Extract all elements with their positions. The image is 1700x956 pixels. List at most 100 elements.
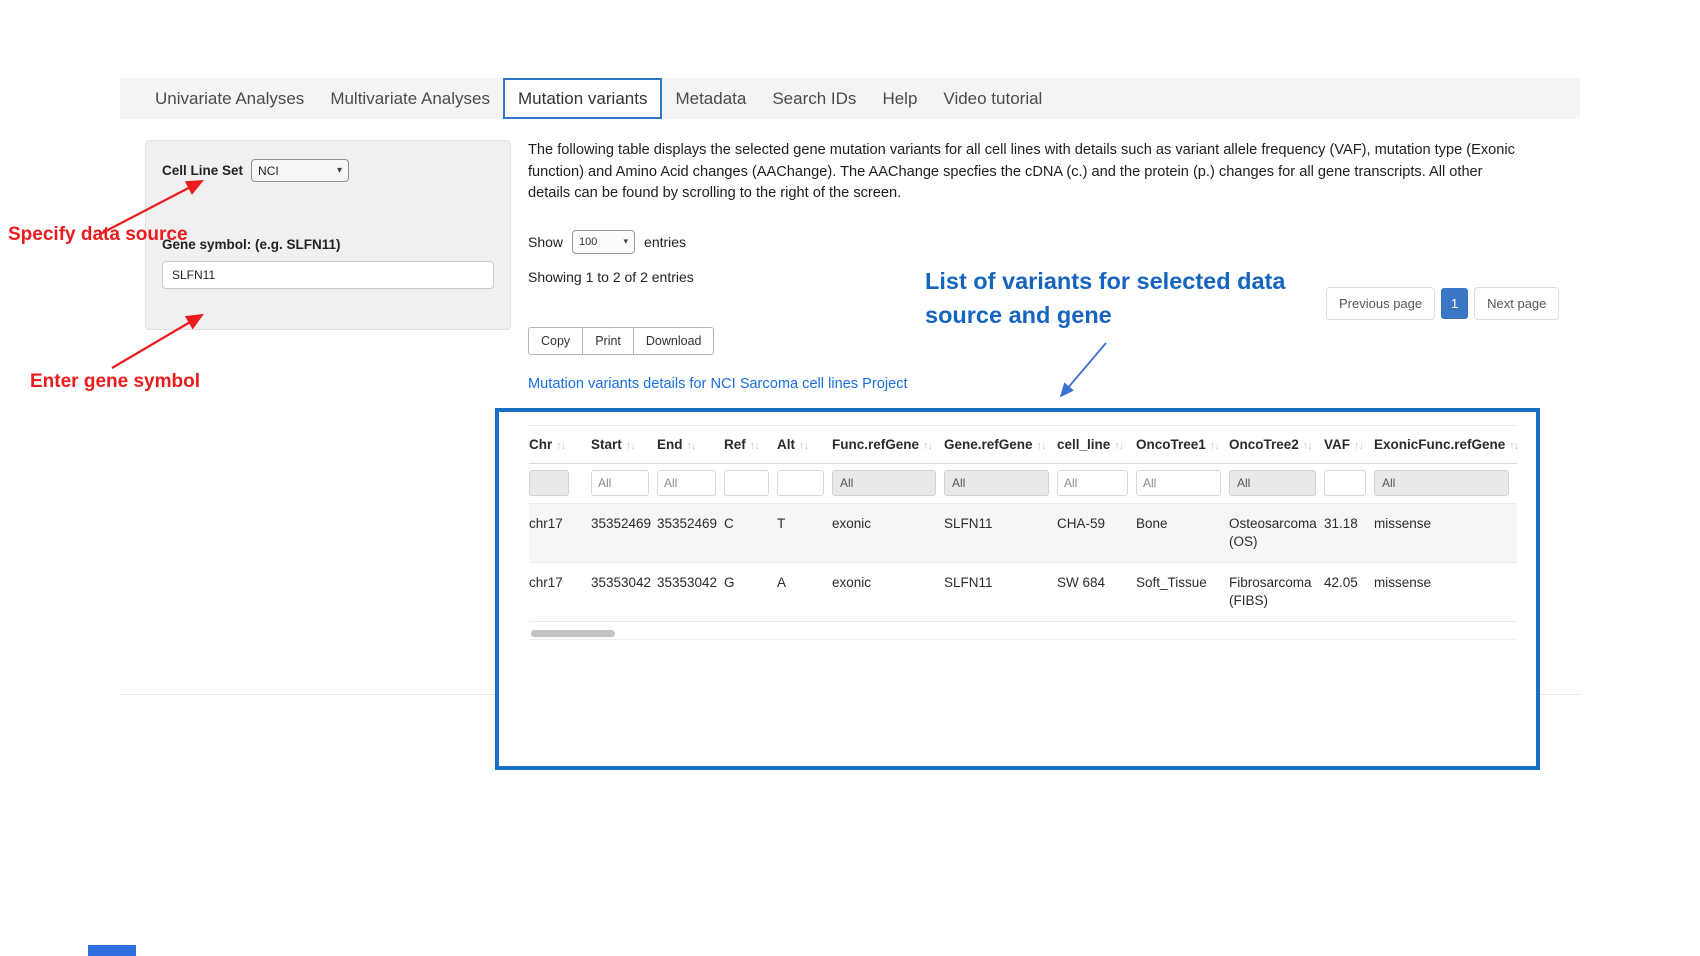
show-label: Show <box>528 234 563 250</box>
app-page: Univariate Analyses Multivariate Analyse… <box>0 0 1700 956</box>
cell-end: 35353042 <box>657 563 724 622</box>
gene-symbol-label: Gene symbol: (e.g. SLFN11) <box>162 237 494 252</box>
horizontal-scrollbar-thumb[interactable] <box>531 630 615 637</box>
column-label: Gene.refGene <box>944 437 1033 452</box>
page-length-control: Show 100 ▾ entries <box>528 230 1523 254</box>
tab-video-tutorial[interactable]: Video tutorial <box>930 78 1055 119</box>
cell-gene-refgene: SLFN11 <box>944 504 1057 563</box>
cell-ref: G <box>724 563 777 622</box>
column-header-oncotree2[interactable]: OncoTree2 ↑↓ <box>1229 426 1324 464</box>
cell-line-set-select[interactable]: NCI ▾ <box>251 159 349 182</box>
page-length-value: 100 <box>579 236 597 248</box>
cell-chr: chr17 <box>529 563 591 622</box>
annotation-specify-data-source: Specify data source <box>8 224 188 246</box>
variants-table: Chr↑↓ Start↑↓ End↑↓ Ref↑↓ Alt↑↓ Func.ref… <box>529 425 1517 622</box>
next-page-button[interactable]: Next page <box>1474 287 1559 320</box>
column-header-chr[interactable]: Chr ↑↓ <box>529 426 591 464</box>
cell-start: 35352469 <box>591 504 657 563</box>
filter-chr[interactable] <box>529 470 569 496</box>
column-header-start[interactable]: Start ↑↓ <box>591 426 657 464</box>
current-page-button[interactable]: 1 <box>1441 288 1468 319</box>
column-header-exonicfunc-refgene[interactable]: ExonicFunc.refGene ↑↓ <box>1374 426 1517 464</box>
column-header-ref[interactable]: Ref↑↓ <box>724 426 777 464</box>
tab-multivariate-analyses[interactable]: Multivariate Analyses <box>317 78 503 119</box>
cell-vaf: 42.05 <box>1324 563 1374 622</box>
column-header-cell-line[interactable]: cell_line↑↓ <box>1057 426 1136 464</box>
print-button[interactable]: Print <box>582 327 634 355</box>
column-label: Func.refGene <box>832 437 919 452</box>
column-header-func-refgene[interactable]: Func.refGene ↑↓ <box>832 426 944 464</box>
column-label: Chr <box>529 437 552 452</box>
filter-ref[interactable] <box>724 470 769 496</box>
tab-mutation-variants[interactable]: Mutation variants <box>503 78 662 119</box>
sort-icon: ↑↓ <box>556 440 565 452</box>
previous-page-button[interactable]: Previous page <box>1326 287 1435 320</box>
cell-oncotree2: Osteosarcoma (OS) <box>1229 504 1324 563</box>
column-label: ExonicFunc.refGene <box>1374 437 1505 452</box>
sort-icon: ↑↓ <box>750 440 759 452</box>
cell-cell-line: SW 684 <box>1057 563 1136 622</box>
column-label: Start <box>591 437 622 452</box>
table-caption-link[interactable]: Mutation variants details for NCI Sarcom… <box>528 376 1523 392</box>
sort-icon: ↑↓ <box>1210 440 1219 452</box>
column-header-oncotree1[interactable]: OncoTree1 ↑↓ <box>1136 426 1229 464</box>
filter-start[interactable] <box>591 470 649 496</box>
cell-start: 35353042 <box>591 563 657 622</box>
column-label: OncoTree2 <box>1229 437 1299 452</box>
column-header-alt[interactable]: Alt ↑↓ <box>777 426 832 464</box>
column-label: cell_line <box>1057 437 1110 452</box>
filter-oncotree1[interactable] <box>1136 470 1221 496</box>
chevron-down-icon: ▾ <box>337 165 342 176</box>
cell-chr: chr17 <box>529 504 591 563</box>
cell-end: 35352469 <box>657 504 724 563</box>
column-header-end[interactable]: End↑↓ <box>657 426 724 464</box>
page-length-select[interactable]: 100 ▾ <box>572 230 635 254</box>
sort-icon: ↑↓ <box>923 440 932 452</box>
cell-oncotree1: Soft_Tissue <box>1136 563 1229 622</box>
filter-alt[interactable] <box>777 470 824 496</box>
cell-vaf: 31.18 <box>1324 504 1374 563</box>
column-label: OncoTree1 <box>1136 437 1206 452</box>
download-button[interactable]: Download <box>633 327 715 355</box>
header-row: Chr↑↓ Start↑↓ End↑↓ Ref↑↓ Alt↑↓ Func.ref… <box>529 426 1517 464</box>
tab-help[interactable]: Help <box>869 78 930 119</box>
column-header-vaf[interactable]: VAF↑↓ <box>1324 426 1374 464</box>
filter-func-refgene[interactable]: All <box>832 470 936 496</box>
sort-icon: ↑↓ <box>1509 440 1518 452</box>
filter-vaf[interactable] <box>1324 470 1366 496</box>
pagination: Previous page 1 Next page <box>1326 287 1559 320</box>
table-row[interactable]: chr17 35353042 35353042 G A exonic SLFN1… <box>529 563 1517 622</box>
table-row[interactable]: chr17 35352469 35352469 C T exonic SLFN1… <box>529 504 1517 563</box>
cell-func-refgene: exonic <box>832 563 944 622</box>
tab-search-ids[interactable]: Search IDs <box>759 78 869 119</box>
sort-icon: ↑↓ <box>626 440 635 452</box>
tab-univariate-analyses[interactable]: Univariate Analyses <box>142 78 317 119</box>
entries-label: entries <box>644 234 686 250</box>
sort-icon: ↑↓ <box>1303 440 1312 452</box>
footer-accent <box>88 945 136 956</box>
cell-oncotree2: Fibrosarcoma (FIBS) <box>1229 563 1324 622</box>
export-buttons: Copy Print Download <box>528 327 714 355</box>
cell-cell-line: CHA-59 <box>1057 504 1136 563</box>
controls-panel: Cell Line Set NCI ▾ Gene symbol: (e.g. S… <box>145 140 511 330</box>
table-description: The following table displays the selecte… <box>528 140 1523 205</box>
filter-end[interactable] <box>657 470 716 496</box>
copy-button[interactable]: Copy <box>528 327 583 355</box>
horizontal-scrollbar-track[interactable] <box>529 629 1517 640</box>
filter-oncotree2[interactable]: All <box>1229 470 1316 496</box>
column-header-gene-refgene[interactable]: Gene.refGene ↑↓ <box>944 426 1057 464</box>
filter-gene-refgene[interactable]: All <box>944 470 1049 496</box>
gene-symbol-input[interactable] <box>162 261 494 289</box>
cell-line-set-label: Cell Line Set <box>162 163 243 178</box>
cell-alt: T <box>777 504 832 563</box>
filter-exonicfunc-refgene[interactable]: All <box>1374 470 1509 496</box>
tab-metadata[interactable]: Metadata <box>662 78 759 119</box>
sort-icon: ↑↓ <box>799 440 808 452</box>
filter-cell-line[interactable] <box>1057 470 1128 496</box>
column-label: End <box>657 437 683 452</box>
cell-exonicfunc-refgene: missense <box>1374 563 1517 622</box>
sort-icon: ↑↓ <box>1037 440 1046 452</box>
cell-oncotree1: Bone <box>1136 504 1229 563</box>
cell-ref: C <box>724 504 777 563</box>
column-label: Alt <box>777 437 795 452</box>
